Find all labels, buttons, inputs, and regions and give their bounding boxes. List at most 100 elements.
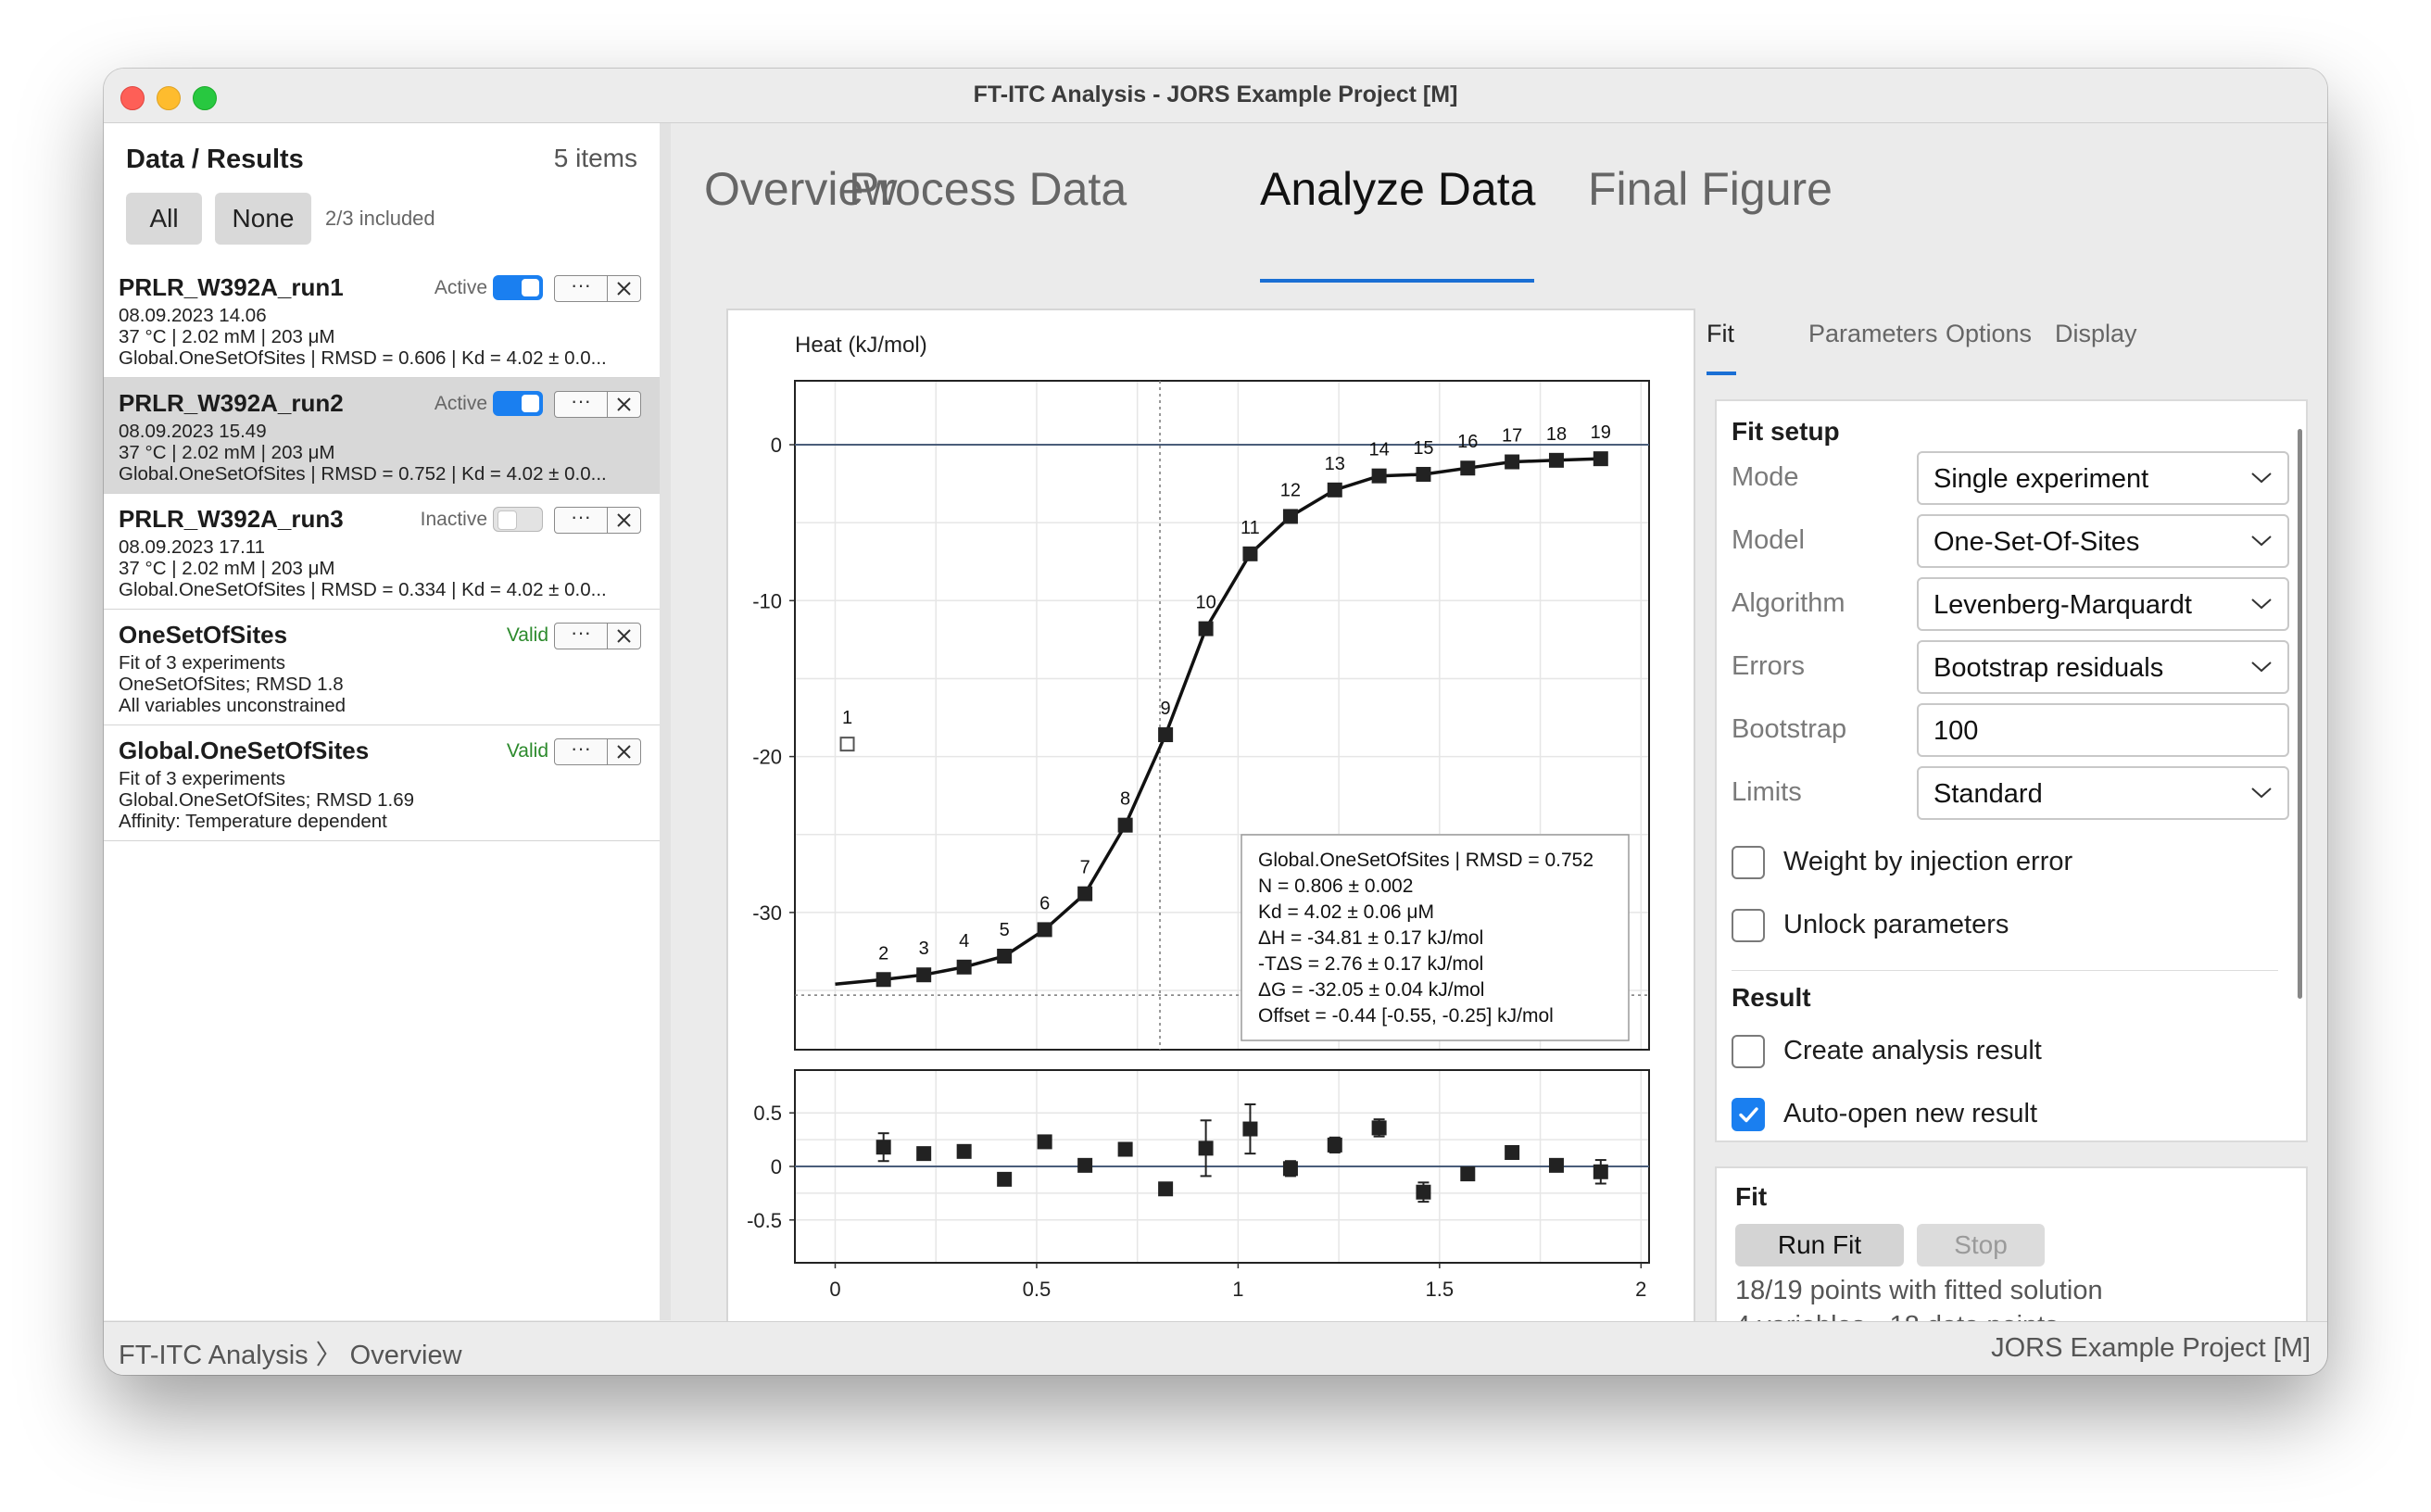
divider <box>1732 970 2278 971</box>
select-all-button[interactable]: All <box>126 193 202 245</box>
status-badge: Active <box>434 393 487 414</box>
tab-fit[interactable]: Fit <box>1707 320 1734 348</box>
active-toggle[interactable] <box>493 391 543 416</box>
create-result-checkbox[interactable] <box>1732 1035 1765 1068</box>
scrollbar[interactable] <box>2298 429 2302 999</box>
active-toggle[interactable] <box>493 275 543 300</box>
breadcrumb-root[interactable]: FT-ITC Analysis <box>119 1341 309 1370</box>
chevron-down-icon <box>2251 536 2272 547</box>
field-value: One-Set-Of-Sites <box>1933 527 2140 557</box>
item-actions: ··· <box>554 391 641 418</box>
point-label: 14 <box>1368 440 1389 460</box>
more-button[interactable]: ··· <box>555 623 608 649</box>
item-name: PRLR_W392A_run2 <box>119 389 344 417</box>
sidebar: Data / Results 5 items All None 2/3 incl… <box>104 123 671 1320</box>
more-button[interactable]: ··· <box>555 391 608 417</box>
field-dropdown[interactable]: Bootstrap residuals <box>1917 640 2289 694</box>
isotherm-chart: Heat (kJ/mol)0-10-20-300.50-0.512 3 456789… <box>747 333 1650 1346</box>
list-item[interactable]: OneSetOfSites Valid ··· Fit of 3 experiment… <box>104 610 660 725</box>
field-value: Levenberg-Marquardt <box>1933 590 2192 620</box>
item-detail: Global.OneSetOfSites | RMSD = 0.606 | Kd… <box>119 347 607 369</box>
list-item[interactable]: PRLR_W392A_run3 Inactive ··· 08.09.2023 17.… <box>104 494 660 610</box>
item-actions: ··· <box>554 738 641 765</box>
data-point <box>1282 509 1298 524</box>
chevron-down-icon <box>2251 662 2272 673</box>
unlock-label: Unlock parameters <box>1783 910 2009 939</box>
item-detail: Global.OneSetOfSites | RMSD = 0.334 | Kd… <box>119 579 607 600</box>
residual-point <box>997 1171 1013 1187</box>
item-count: 5 items <box>553 144 637 172</box>
field-label: Bootstrap <box>1732 714 1847 744</box>
project-name: JORS Example Project [M] <box>1991 1333 2311 1363</box>
field-label: Errors <box>1732 651 1805 681</box>
list-item[interactable]: PRLR_W392A_run1 Active ··· 08.09.2023 14.06… <box>104 262 660 378</box>
fit-result-line: N = 0.806 ± 0.002 <box>1258 876 1413 897</box>
tab-analyze-data[interactable]: Analyze Data <box>1260 162 1535 216</box>
field-dropdown[interactable]: Single experiment <box>1917 451 2289 505</box>
remove-button[interactable] <box>608 739 640 764</box>
y-tick-label: 0 <box>771 1155 782 1178</box>
fit-result-line: Global.OneSetOfSites | RMSD = 0.752 <box>1258 850 1593 871</box>
field-dropdown[interactable]: One-Set-Of-Sites <box>1917 514 2289 568</box>
x-tick-label: 1.5 <box>1426 1278 1455 1301</box>
tab-display[interactable]: Display <box>2055 320 2137 348</box>
list-item[interactable]: Global.OneSetOfSites Valid ··· Fit of 3 exp… <box>104 725 660 841</box>
run-fit-button[interactable]: Run Fit <box>1735 1224 1904 1266</box>
list-item[interactable]: PRLR_W392A_run2 Active ··· 08.09.2023 15.49… <box>104 378 660 494</box>
residual-point <box>875 1140 891 1155</box>
active-tab-indicator <box>1260 279 1534 283</box>
residual-point <box>1416 1184 1431 1200</box>
data-point <box>997 949 1013 964</box>
point-label: 8 <box>1120 789 1130 810</box>
field-value: 100 <box>1933 716 1979 746</box>
title-bar: FT-ITC Analysis - JORS Example Project [… <box>104 69 2327 123</box>
select-none-button[interactable]: None <box>215 193 311 245</box>
remove-button[interactable] <box>608 624 640 649</box>
residual-point <box>1548 1157 1564 1173</box>
field-input[interactable]: 100 <box>1917 703 2289 757</box>
more-button[interactable]: ··· <box>555 507 608 533</box>
fit-heading: Fit <box>1735 1182 1768 1211</box>
tab-options[interactable]: Options <box>1946 320 2032 348</box>
active-toggle[interactable] <box>493 507 543 532</box>
field-value: Single experiment <box>1933 464 2149 494</box>
field-dropdown[interactable]: Standard <box>1917 766 2289 820</box>
tab-final-figure[interactable]: Final Figure <box>1588 162 1833 216</box>
weight-label: Weight by injection error <box>1783 847 2073 876</box>
item-detail: 37 °C | 2.02 mM | 203 μM <box>119 558 335 579</box>
field-dropdown[interactable]: Levenberg-Marquardt <box>1917 577 2289 631</box>
fit-setup-panel: Fit setup Mode Single experiment Model One-… <box>1715 399 2308 1142</box>
item-detail: 08.09.2023 14.06 <box>119 305 267 326</box>
point-label: 1 <box>842 708 852 728</box>
sidebar-title: Data / Results <box>126 145 304 174</box>
residual-point <box>916 1146 932 1162</box>
more-button[interactable]: ··· <box>555 738 608 764</box>
status-bar: FT-ITC Analysis 〉 Overview JORS Example Pr… <box>104 1321 2327 1375</box>
auto-open-checkbox[interactable] <box>1732 1098 1765 1131</box>
close-icon <box>617 745 631 759</box>
tab-parameters[interactable]: Parameters <box>1808 320 1938 348</box>
fit-setup-heading: Fit setup <box>1732 417 1840 446</box>
point-label: 5 <box>1000 920 1010 940</box>
remove-button[interactable] <box>608 508 640 533</box>
weight-checkbox[interactable] <box>1732 846 1765 879</box>
y-tick-label: -0.5 <box>747 1209 782 1232</box>
x-tick-label: 0.5 <box>1023 1278 1052 1301</box>
unlock-checkbox[interactable] <box>1732 909 1765 942</box>
point-label: 11 <box>1241 518 1260 538</box>
item-detail: Global.OneSetOfSites; RMSD 1.69 <box>119 789 415 811</box>
residual-point <box>956 1143 972 1159</box>
tab-process-data[interactable]: Process Data <box>849 162 1127 216</box>
item-actions: ··· <box>554 507 641 534</box>
fit-result-line: -TΔS = 2.76 ± 0.17 kJ/mol <box>1258 953 1483 975</box>
item-detail: 08.09.2023 15.49 <box>119 421 267 442</box>
more-button[interactable]: ··· <box>555 275 608 301</box>
item-detail: 37 °C | 2.02 mM | 203 μM <box>119 442 335 463</box>
main-area: Overview Process Data Analyze Data Final… <box>671 123 2327 1372</box>
auto-open-label: Auto-open new result <box>1783 1099 2038 1128</box>
breadcrumb-current[interactable]: Overview <box>350 1341 462 1370</box>
point-label: 3 <box>919 939 929 959</box>
stop-button[interactable]: Stop <box>1917 1224 2045 1266</box>
remove-button[interactable] <box>608 392 640 417</box>
remove-button[interactable] <box>608 276 640 301</box>
